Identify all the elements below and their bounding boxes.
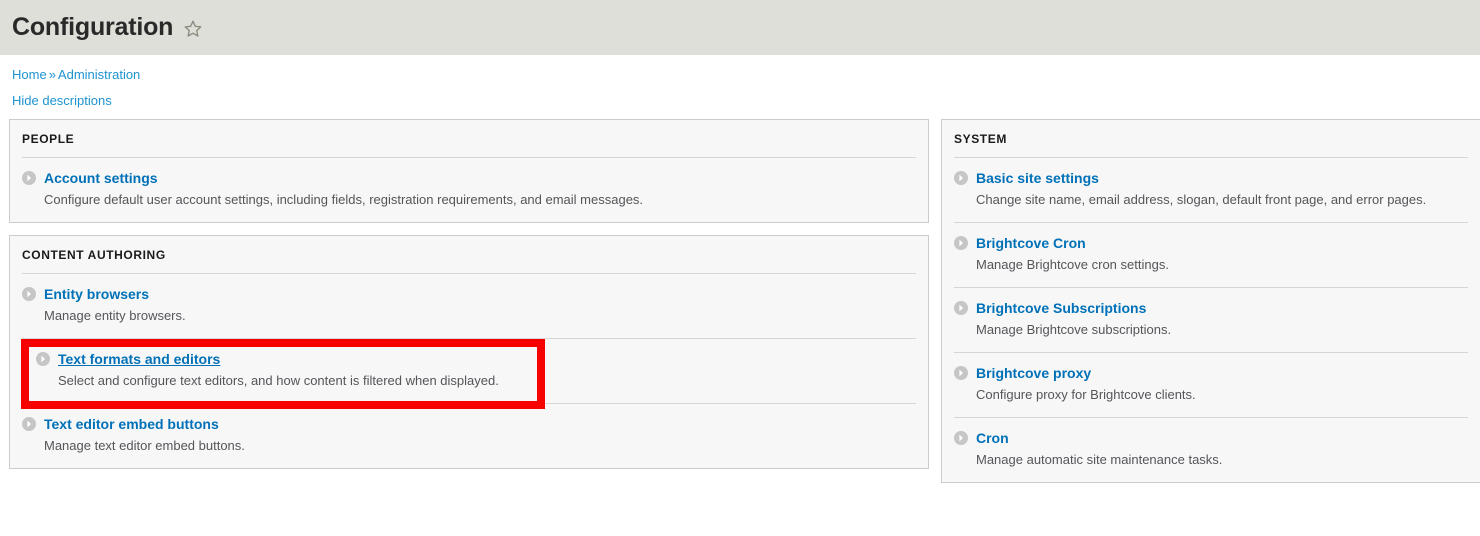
chevron-right-circle-icon bbox=[954, 171, 968, 185]
item-description: Manage Brightcove subscriptions. bbox=[976, 322, 1172, 337]
item-head: Entity browsers bbox=[22, 286, 916, 302]
breadcrumb-separator: » bbox=[48, 67, 56, 82]
list-item[interactable]: Text editor embed buttons Manage text ed… bbox=[22, 403, 916, 468]
chevron-right-circle-icon bbox=[954, 236, 968, 250]
item-head: Brightcove proxy bbox=[954, 365, 1468, 381]
panel-people: PEOPLE Account settings Configure defaul… bbox=[9, 119, 929, 223]
chevron-right-circle-icon bbox=[22, 171, 36, 185]
item-head: Brightcove Cron bbox=[954, 235, 1468, 251]
list-item[interactable]: Entity browsers Manage entity browsers. bbox=[22, 273, 916, 338]
star-outline-icon[interactable] bbox=[183, 19, 203, 39]
link-basic-site-settings[interactable]: Basic site settings bbox=[976, 170, 1099, 186]
page-header: Configuration bbox=[0, 0, 1480, 55]
item-head: Text editor embed buttons bbox=[22, 416, 916, 432]
list-item[interactable]: Basic site settings Change site name, em… bbox=[954, 157, 1468, 222]
link-entity-browsers[interactable]: Entity browsers bbox=[44, 286, 149, 302]
hide-descriptions-toggle-container: Hide descriptions bbox=[0, 82, 1480, 108]
link-brightcove-subscriptions[interactable]: Brightcove Subscriptions bbox=[976, 300, 1146, 316]
item-head: Account settings bbox=[22, 170, 916, 186]
panel-title-content-authoring: CONTENT AUTHORING bbox=[22, 248, 166, 262]
item-description: Configure proxy for Brightcove clients. bbox=[976, 387, 1196, 402]
breadcrumb-link-home[interactable]: Home bbox=[12, 67, 47, 82]
link-brightcove-cron[interactable]: Brightcove Cron bbox=[976, 235, 1086, 251]
page-title: Configuration bbox=[12, 13, 174, 41]
chevron-right-circle-icon bbox=[22, 287, 36, 301]
breadcrumb: Home» Administration bbox=[0, 55, 1480, 82]
breadcrumb-link-administration[interactable]: Administration bbox=[58, 67, 140, 82]
link-cron[interactable]: Cron bbox=[976, 430, 1009, 446]
panel-items-content-authoring: Entity browsers Manage entity browsers. bbox=[10, 273, 928, 468]
list-item[interactable]: Brightcove Subscriptions Manage Brightco… bbox=[954, 287, 1468, 352]
chevron-right-circle-icon bbox=[954, 301, 968, 315]
link-brightcove-proxy[interactable]: Brightcove proxy bbox=[976, 365, 1091, 381]
left-column: PEOPLE Account settings Configure defaul… bbox=[9, 119, 929, 481]
panel-items-system: Basic site settings Change site name, em… bbox=[942, 157, 1480, 482]
panel-system: SYSTEM Basic site settings Change site n… bbox=[941, 119, 1480, 483]
item-description: Change site name, email address, slogan,… bbox=[976, 192, 1427, 207]
item-description: Configure default user account settings,… bbox=[44, 192, 644, 207]
item-description: Manage entity browsers. bbox=[44, 308, 186, 323]
link-text-editor-embed-buttons[interactable]: Text editor embed buttons bbox=[44, 416, 219, 432]
list-item[interactable]: Brightcove proxy Configure proxy for Bri… bbox=[954, 352, 1468, 417]
list-item-highlighted[interactable]: Text formats and editors Select and conf… bbox=[21, 338, 916, 409]
item-description: Manage Brightcove cron settings. bbox=[976, 257, 1169, 272]
panel-items-people: Account settings Configure default user … bbox=[10, 157, 928, 222]
item-head: Cron bbox=[954, 430, 1468, 446]
chevron-right-circle-icon bbox=[36, 352, 50, 366]
panel-title-system: SYSTEM bbox=[954, 132, 1007, 146]
list-item[interactable]: Cron Manage automatic site maintenance t… bbox=[954, 417, 1468, 482]
item-head: Brightcove Subscriptions bbox=[954, 300, 1468, 316]
right-column: SYSTEM Basic site settings Change site n… bbox=[941, 119, 1480, 495]
link-account-settings[interactable]: Account settings bbox=[44, 170, 158, 186]
panel-title-people: PEOPLE bbox=[22, 132, 75, 146]
list-item[interactable]: Account settings Configure default user … bbox=[22, 157, 916, 222]
item-head: Text formats and editors bbox=[36, 351, 916, 367]
chevron-right-circle-icon bbox=[954, 431, 968, 445]
item-description: Manage text editor embed buttons. bbox=[44, 438, 245, 453]
chevron-right-circle-icon bbox=[22, 417, 36, 431]
hide-descriptions-link[interactable]: Hide descriptions bbox=[12, 93, 112, 108]
item-description: Manage automatic site maintenance tasks. bbox=[976, 452, 1223, 467]
item-description: Select and configure text editors, and h… bbox=[58, 373, 499, 388]
link-text-formats-and-editors[interactable]: Text formats and editors bbox=[58, 351, 220, 367]
item-head: Basic site settings bbox=[954, 170, 1468, 186]
list-item[interactable]: Brightcove Cron Manage Brightcove cron s… bbox=[954, 222, 1468, 287]
chevron-right-circle-icon bbox=[954, 366, 968, 380]
configuration-columns: PEOPLE Account settings Configure defaul… bbox=[0, 119, 1480, 495]
panel-content-authoring: CONTENT AUTHORING Entity browsers Manage… bbox=[9, 235, 929, 469]
